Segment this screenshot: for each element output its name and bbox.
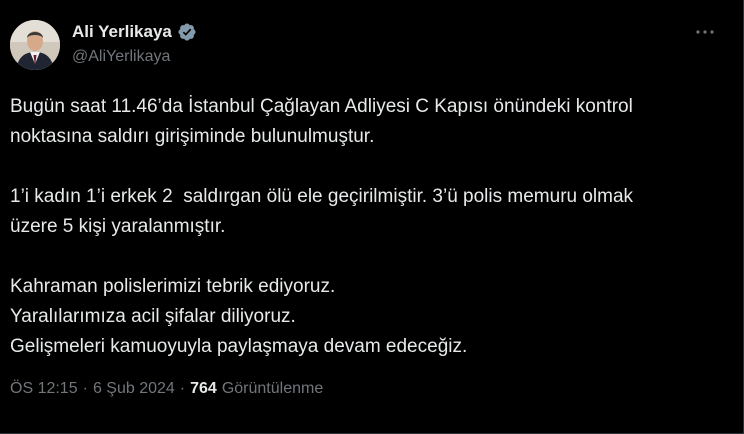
more-horizontal-icon[interactable] [695, 28, 715, 36]
tweet-paragraph: Kahraman polislerimizi tebrik ediyoruz. … [10, 276, 468, 357]
author-name-row: Ali Yerlikaya [72, 22, 197, 42]
tweet-date[interactable]: 6 Şub 2024 [93, 380, 175, 398]
author-handle[interactable]: @AliYerlikaya [72, 48, 170, 66]
meta-separator: · [82, 380, 88, 397]
avatar-image [10, 20, 60, 70]
tweet-meta: ÖS 12:15 · 6 Şub 2024 · 764 Görüntülenme [10, 380, 323, 398]
display-name[interactable]: Ali Yerlikaya [72, 22, 172, 42]
views-count: 764 [190, 380, 217, 397]
tweet-time[interactable]: ÖS 12:15 [10, 380, 78, 398]
tweet-paragraph: Bugün saat 11.46’da İstanbul Çağlayan Ad… [10, 96, 633, 147]
tweet-text: Bugün saat 11.46’da İstanbul Çağlayan Ad… [10, 92, 730, 362]
tweet-paragraph: 1’i kadın 1’i erkek 2 saldırgan ölü ele … [10, 186, 634, 237]
tweet-card: Ali Yerlikaya @AliYerlikaya Bugün saat 1… [0, 0, 744, 434]
verified-badge-icon [178, 23, 196, 41]
avatar[interactable] [10, 20, 60, 70]
views-label: Görüntülenme [221, 380, 324, 397]
meta-separator: · [179, 380, 186, 397]
